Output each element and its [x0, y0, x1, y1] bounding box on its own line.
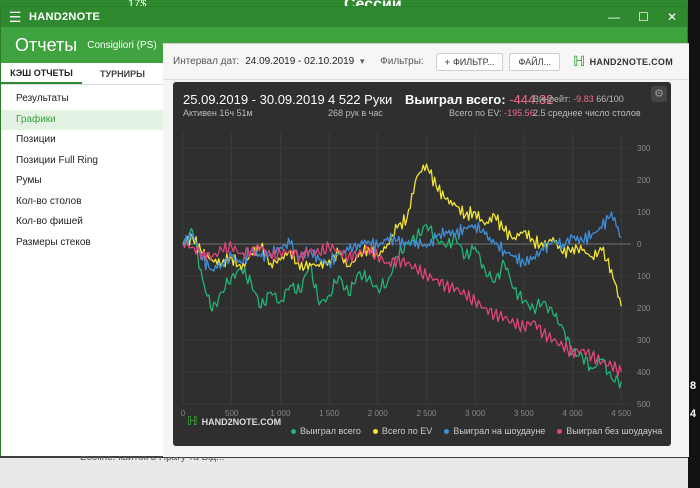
- y-tick-label: 500: [637, 400, 651, 409]
- maximize-icon[interactable]: ☐: [638, 10, 649, 24]
- legend-item[interactable]: Выиграл без шоудауна: [557, 426, 662, 436]
- x-tick-label: 1 500: [319, 409, 340, 418]
- legend-item[interactable]: Выиграл всего: [291, 426, 361, 436]
- y-tick-label: 100: [637, 208, 651, 217]
- legend-color-dot: [291, 428, 296, 434]
- chart-watermark-logo: ℍ HAND2NOTE.COM: [187, 414, 281, 428]
- sidebar-item-graphs[interactable]: Графики: [1, 109, 163, 130]
- toolbar: Интервал дат: 24.09.2019 - 02.10.2019 ▼ …: [163, 44, 689, 80]
- tab-tournaments[interactable]: ТУРНИРЫ: [82, 63, 163, 84]
- plus-icon: +: [444, 56, 450, 67]
- sidebar-item-stack-sizes[interactable]: Размеры стеков: [1, 233, 163, 254]
- hamburger-menu-icon[interactable]: ☰: [1, 9, 29, 26]
- x-tick-label: 3 500: [514, 409, 535, 418]
- filter-button[interactable]: + ФИЛЬТР...: [435, 52, 504, 71]
- x-tick-label: 2 500: [416, 409, 437, 418]
- sidebar-item-chip-count[interactable]: Кол-во фишей: [1, 212, 163, 233]
- legend-color-dot: [557, 428, 563, 434]
- series-line: [182, 240, 622, 377]
- filters-label: Фильтры:: [380, 56, 424, 67]
- y-tick-label: 100: [637, 272, 651, 281]
- legend-item[interactable]: Выиграл на шоудауне: [444, 426, 545, 436]
- legend-color-dot: [444, 428, 450, 434]
- y-tick-label: 300: [637, 336, 651, 345]
- sidebar-item-table-count[interactable]: Кол-во столов: [1, 192, 163, 213]
- legend-label: Выиграл без шоудауна: [566, 426, 663, 436]
- chart-logo-text: HAND2NOTE.COM: [201, 417, 282, 427]
- tab-cash-reports[interactable]: КЭШ ОТЧЕТЫ: [1, 63, 82, 84]
- legend-label: Выиграл на шоудауне: [453, 426, 546, 436]
- graph-card: 25.09.2019 - 30.09.2019 Активен 16ч 51м …: [173, 82, 671, 446]
- x-tick-label: 3 000: [465, 409, 486, 418]
- y-tick-label: 200: [637, 304, 651, 313]
- profit-graph: 0 500 1 000 1 500 2 000 2 500 3 000 3 500 4 000 4…: [181, 132, 651, 418]
- sidebar-item-rooms[interactable]: Румы: [1, 171, 163, 192]
- x-tick-label: 4 000: [563, 409, 584, 418]
- x-tick-label: 4 500: [611, 409, 632, 418]
- file-button[interactable]: ФАЙЛ...: [509, 52, 561, 71]
- title-bar: ☰ HAND2NOTE — ☐ ✕: [1, 7, 687, 27]
- close-icon[interactable]: ✕: [667, 10, 677, 24]
- legend-color-dot: [372, 428, 378, 434]
- minimize-icon[interactable]: —: [608, 10, 620, 24]
- chevron-down-icon[interactable]: ▼: [358, 57, 366, 66]
- y-tick-label: 300: [637, 144, 651, 153]
- interval-label: Интервал дат:: [173, 56, 240, 67]
- date-range-selector[interactable]: 24.09.2019 - 02.10.2019: [245, 56, 354, 67]
- account-name: Consigliori (PS): [87, 39, 157, 51]
- main-panel: Интервал дат: 24.09.2019 - 02.10.2019 ▼ …: [163, 43, 689, 457]
- reports-window: ☰ HAND2NOTE — ☐ ✕ Отчеты Consigliori (PS…: [0, 6, 689, 457]
- sidebar-item-positions-full-ring[interactable]: Позиции Full Ring: [1, 151, 163, 172]
- y-tick-label: 400: [637, 368, 651, 377]
- sidebar-list: Результаты Графики Позиции Позиции Full …: [1, 85, 163, 253]
- chart-legend: Выиграл всего Всего по EV Выиграл на шоуда…: [291, 426, 662, 436]
- background-right-number: 4: [690, 408, 697, 420]
- window-controls: — ☐ ✕: [608, 10, 687, 24]
- legend-item[interactable]: Всего по EV: [372, 426, 433, 436]
- sidebar-item-positions[interactable]: Позиции: [1, 130, 163, 151]
- background-right-number: 8: [690, 380, 697, 392]
- app-title: HAND2NOTE: [29, 11, 101, 23]
- sidebar-item-results[interactable]: Результаты: [1, 89, 163, 110]
- legend-label: Всего по EV: [381, 426, 433, 436]
- legend-label: Выиграл всего: [300, 426, 361, 436]
- series-line: [182, 163, 622, 307]
- page-title: Отчеты: [15, 34, 78, 55]
- x-tick-label: 0: [181, 409, 186, 418]
- account-selector[interactable]: Consigliori (PS)▼: [87, 40, 168, 51]
- sidebar: КЭШ ОТЧЕТЫ ТУРНИРЫ Результаты Графики По…: [1, 63, 163, 456]
- sidebar-tabs: КЭШ ОТЧЕТЫ ТУРНИРЫ: [1, 63, 163, 85]
- hand2note-logo-icon: ℍ: [187, 414, 198, 428]
- sidebar-header: Отчеты Consigliori (PS)▼: [1, 27, 169, 63]
- filter-button-label: ФИЛЬТР...: [452, 56, 495, 67]
- hand2note-logo-icon: ℍ: [572, 53, 586, 69]
- y-tick-label: 200: [637, 176, 651, 185]
- logo-text: HAND2NOTE.COM: [589, 56, 673, 67]
- x-tick-label: 2 000: [368, 409, 389, 418]
- y-tick-label: 0: [637, 240, 642, 249]
- hand2note-logo: ℍ HAND2NOTE.COM: [573, 53, 673, 70]
